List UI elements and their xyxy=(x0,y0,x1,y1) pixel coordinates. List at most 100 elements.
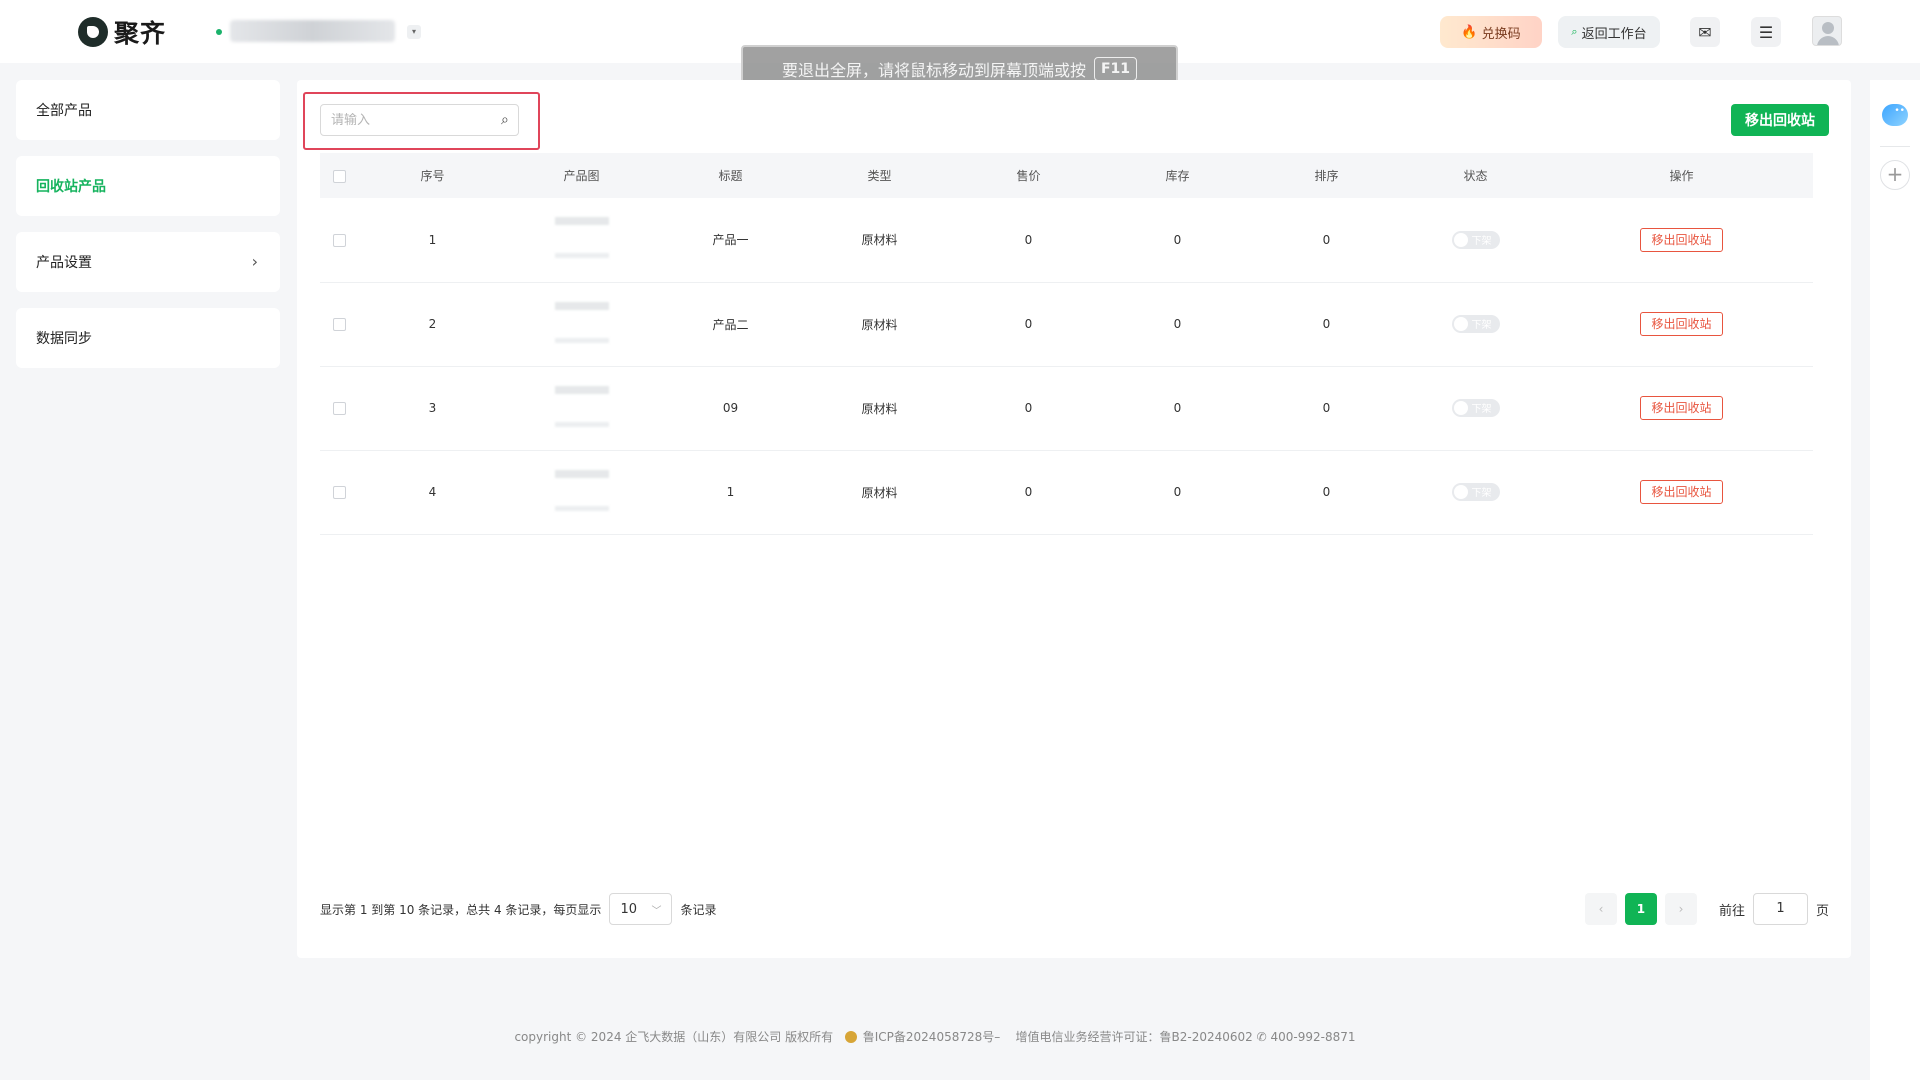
column-header: 序号 xyxy=(420,169,445,183)
footer-icp-link[interactable]: 鲁ICP备2024058728号– xyxy=(863,1030,1001,1044)
cell-status: 下架 xyxy=(1401,282,1550,366)
column-header: 标题 xyxy=(718,169,743,183)
column-header: 售价 xyxy=(1016,169,1041,183)
row-checkbox-cell xyxy=(320,450,358,534)
plus-icon[interactable]: + xyxy=(1880,160,1910,190)
page-number-button[interactable]: 1 xyxy=(1624,893,1657,925)
status-toggle-label: 下架 xyxy=(1471,320,1492,331)
logo[interactable]: 聚齐 xyxy=(78,14,166,50)
chat-icon[interactable] xyxy=(1882,104,1908,126)
avatar[interactable] xyxy=(1812,16,1842,46)
select-all-checkbox[interactable] xyxy=(332,169,346,183)
menu-icon[interactable]: ☰ xyxy=(1751,17,1781,47)
sidebar-item-label: 产品设置 xyxy=(36,255,92,271)
sidebar-item-label: 回收站产品 xyxy=(36,179,106,195)
cell-image xyxy=(507,366,656,450)
mail-icon[interactable]: ✉ xyxy=(1690,17,1720,47)
sidebar-item-recycle-bin[interactable]: 回收站产品 xyxy=(16,156,280,216)
restore-row-button[interactable]: 移出回收站 xyxy=(1640,312,1723,336)
product-thumbnail[interactable] xyxy=(551,464,613,518)
cell-price: 0 xyxy=(1024,232,1033,247)
restore-from-bin-button[interactable]: 移出回收站 xyxy=(1731,104,1829,136)
redeem-label: 兑换码 xyxy=(1481,26,1521,42)
cell-type: 原材料 xyxy=(861,401,898,416)
prev-page-button[interactable]: ‹ xyxy=(1584,893,1617,925)
status-toggle[interactable]: 下架 xyxy=(1451,483,1500,501)
row-checkbox[interactable] xyxy=(332,233,346,247)
row-checkbox[interactable] xyxy=(332,402,346,415)
cell-title: 1 xyxy=(726,485,735,499)
chevron-right-icon: › xyxy=(251,252,258,271)
redeem-code-button[interactable]: 🔥 兑换码 xyxy=(1440,16,1542,48)
restore-row-button[interactable]: 移出回收站 xyxy=(1640,480,1723,504)
sidebar-item-data-sync[interactable]: 数据同步 xyxy=(16,308,280,368)
row-checkbox[interactable] xyxy=(332,318,346,331)
cell-stock: 0 xyxy=(1173,401,1182,415)
cell-sort: 0 xyxy=(1322,401,1331,415)
cell-action: 移出回收站 xyxy=(1550,198,1813,282)
page-size-select[interactable]: 10 ﹀ xyxy=(609,893,673,925)
footer-phone: 400-992-8871 xyxy=(1270,1030,1356,1044)
column-header: 产品图 xyxy=(563,169,600,183)
cell-price: 0 xyxy=(1024,317,1033,331)
search-box[interactable]: ⌕ xyxy=(320,104,519,136)
chevron-down-icon: ﹀ xyxy=(651,905,662,917)
column-header: 类型 xyxy=(867,169,892,183)
cell-price: 0 xyxy=(1024,401,1033,415)
row-checkbox[interactable] xyxy=(332,486,346,499)
next-page-button[interactable]: › xyxy=(1664,893,1697,925)
status-toggle[interactable]: 下架 xyxy=(1451,399,1500,417)
sidebar-item-all-products[interactable]: 全部产品 xyxy=(16,80,280,140)
logo-text: 聚齐 xyxy=(114,19,167,48)
cell-index: 4 xyxy=(428,485,437,499)
cell-status: 下架 xyxy=(1401,198,1550,282)
table-row: 1 产品一 原材料 0 0 0 下架 移出回收站 xyxy=(320,198,1813,282)
product-thumbnail[interactable] xyxy=(551,211,613,265)
footer-license: 增值电信业务经营许可证：鲁B2-20240602 xyxy=(1015,1030,1253,1044)
cell-sort: 0 xyxy=(1322,317,1331,331)
search-small-icon: ⌕ xyxy=(1571,25,1578,38)
cell-status: 下架 xyxy=(1401,366,1550,450)
cell-price: 0 xyxy=(1024,485,1033,499)
cell-type: 原材料 xyxy=(861,317,898,332)
column-header: 库存 xyxy=(1165,169,1190,183)
cell-action: 移出回收站 xyxy=(1550,366,1813,450)
product-thumbnail[interactable] xyxy=(551,380,613,434)
product-table: 序号 产品图 标题 类型 售价 库存 排序 状态 操作 1 产品一 原材料 0 … xyxy=(320,153,1813,535)
product-thumbnail[interactable] xyxy=(551,296,613,350)
org-name-redacted[interactable] xyxy=(230,20,395,42)
cell-type: 原材料 xyxy=(861,485,898,500)
sidebar-item-label: 数据同步 xyxy=(36,331,92,347)
footer-copyright: copyright © 2024 企飞大数据（山东）有限公司 版权所有 xyxy=(514,1030,834,1044)
status-toggle-label: 下架 xyxy=(1471,488,1492,499)
status-toggle[interactable]: 下架 xyxy=(1451,315,1500,333)
restore-row-button[interactable]: 移出回收站 xyxy=(1640,227,1723,252)
status-toggle[interactable]: 下架 xyxy=(1451,230,1500,249)
page-unit-label: 页 xyxy=(1815,903,1829,919)
pagination-suffix: 条记录 xyxy=(680,902,717,917)
back-to-workbench-button[interactable]: ⌕ 返回工作台 xyxy=(1558,16,1660,48)
goto-page-input[interactable]: 1 xyxy=(1752,893,1808,925)
cell-index: 2 xyxy=(428,317,437,331)
phone-icon: ✆ xyxy=(1256,1030,1267,1044)
org-dropdown-caret-icon[interactable]: ▾ xyxy=(407,25,421,39)
fire-icon: 🔥 xyxy=(1461,24,1478,40)
status-toggle-label: 下架 xyxy=(1471,404,1492,415)
cell-action: 移出回收站 xyxy=(1550,282,1813,366)
table-header-row: 序号 产品图 标题 类型 售价 库存 排序 状态 操作 xyxy=(320,153,1813,198)
search-icon[interactable]: ⌕ xyxy=(501,112,509,128)
table-row: 4 1 原材料 0 0 0 下架 移出回收站 xyxy=(320,450,1813,534)
cell-type: 原材料 xyxy=(861,233,898,248)
sidebar-item-product-settings[interactable]: 产品设置 › xyxy=(16,232,280,292)
cell-sort: 0 xyxy=(1322,485,1331,499)
page-size-value: 10 xyxy=(620,901,637,917)
search-input[interactable] xyxy=(331,112,501,128)
main-panel: ⌕ 移出回收站 序号 产品图 标题 类型 售价 库存 排序 状态 操作 1 产品 xyxy=(297,80,1851,958)
row-checkbox-cell xyxy=(320,198,358,282)
restore-row-button[interactable]: 移出回收站 xyxy=(1640,396,1723,420)
cell-action: 移出回收站 xyxy=(1550,450,1813,534)
pager: ‹ 1 › 前往 1 页 xyxy=(1584,893,1829,925)
status-toggle-label: 下架 xyxy=(1471,235,1492,247)
pagination-info-text: 显示第 1 到第 10 条记录，总共 4 条记录，每页显示 xyxy=(320,902,602,917)
cell-stock: 0 xyxy=(1173,317,1182,331)
